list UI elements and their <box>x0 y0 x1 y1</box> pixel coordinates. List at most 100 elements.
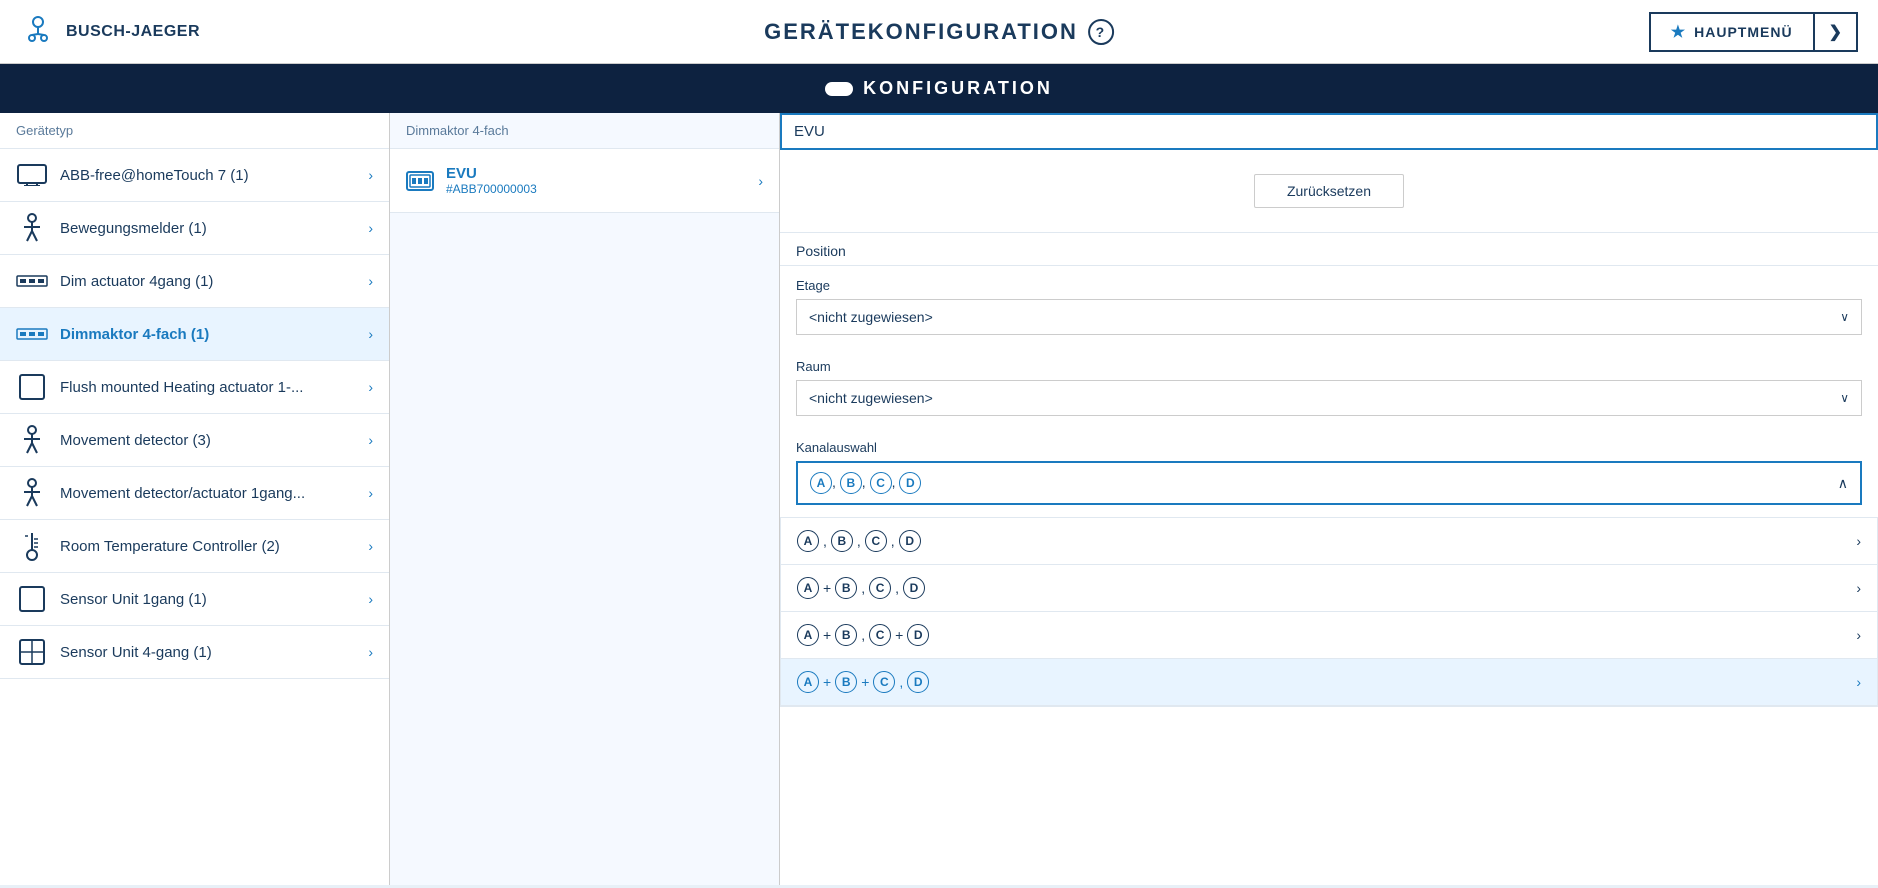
kanal-option-ab-cd-text: A + B , C , D <box>797 577 925 599</box>
opt3-chevron: › <box>1856 627 1861 643</box>
opt4-chevron: › <box>1856 674 1861 690</box>
help-icon[interactable]: ? <box>1088 19 1114 45</box>
middle-panel-header: Dimmaktor 4-fach <box>390 113 779 149</box>
sidebar-item-flush-heating[interactable]: Flush mounted Heating actuator 1-... › <box>0 361 389 414</box>
sidebar-item-dimmaktor[interactable]: Dimmaktor 4-fach (1) › <box>0 308 389 361</box>
opt4-ch-b: B <box>835 671 857 693</box>
kanal-up-arrow: ∧ <box>1838 475 1848 492</box>
kanal-option-ab-cpd-text: A + B , C + D <box>797 624 929 646</box>
opt4-ch-d: D <box>907 671 929 693</box>
etage-arrow-icon: ∨ <box>1840 310 1849 324</box>
chevron-right-icon-7: › <box>368 485 373 501</box>
hauptmenu-label: HAUPTMENÜ <box>1694 24 1792 40</box>
sidebar-item-abb-free-label: ABB-free@homeTouch 7 (1) <box>60 167 356 184</box>
sidebar-item-abb-free[interactable]: ABB-free@homeTouch 7 (1) › <box>0 149 389 202</box>
channel-a: A <box>810 472 832 494</box>
opt2-ch-c: C <box>869 577 891 599</box>
sidebar-item-sensor-4gang[interactable]: Sensor Unit 4-gang (1) › <box>0 626 389 679</box>
evu-icon <box>406 171 434 191</box>
opt2-ch-a: A <box>797 577 819 599</box>
device-card-evu[interactable]: EVU #ABB700000003 › <box>390 149 779 213</box>
main-content: Gerätetyp ABB-free@homeTouch 7 (1) › Bew… <box>0 113 1878 885</box>
right-panel: Zurücksetzen Position Etage <nicht zugew… <box>780 113 1878 885</box>
kanal-option-abcd[interactable]: A , B , C , D › <box>781 518 1877 565</box>
expand-button[interactable]: ❯ <box>1815 12 1858 52</box>
opt2-ch-d: D <box>903 577 925 599</box>
kanal-selected-value: A, B, C, D <box>810 472 921 494</box>
sidebar-item-movement-detector[interactable]: Movement detector (3) › <box>0 414 389 467</box>
kanal-option-abcd-text: A , B , C , D <box>797 530 921 552</box>
dimmer-icon-1 <box>16 269 48 293</box>
opt1-ch-b: B <box>831 530 853 552</box>
motion-icon-3 <box>16 481 48 505</box>
etage-label: Etage <box>796 278 1862 293</box>
kanal-option-abc-d[interactable]: A + B + C , D › <box>781 659 1877 706</box>
sidebar-item-movement-actuator[interactable]: Movement detector/actuator 1gang... › <box>0 467 389 520</box>
channel-b: B <box>840 472 862 494</box>
hauptmenu-button[interactable]: ★ HAUPTMENÜ <box>1649 12 1815 52</box>
opt4-ch-a: A <box>797 671 819 693</box>
kanal-option-ab-cpd[interactable]: A + B , C + D › <box>781 612 1877 659</box>
raum-select-wrapper: <nicht zugewiesen> ∨ <box>796 380 1862 416</box>
logo-text: BUSCH-JAEGER <box>66 23 200 41</box>
sidebar-item-dimmaktor-label: Dimmaktor 4-fach (1) <box>60 326 356 343</box>
sidebar-item-flush-heating-label: Flush mounted Heating actuator 1-... <box>60 379 356 396</box>
device-card-name: EVU <box>446 165 537 182</box>
device-card-info: EVU #ABB700000003 <box>446 165 537 196</box>
dimmer-icon-2 <box>16 322 48 346</box>
middle-panel: Dimmaktor 4-fach EVU #ABB700000003 › <box>390 113 780 885</box>
star-icon: ★ <box>1671 22 1686 42</box>
sidebar-item-sensor-4gang-label: Sensor Unit 4-gang (1) <box>60 644 356 661</box>
chevron-right-icon-10: › <box>368 644 373 660</box>
etage-select[interactable]: <nicht zugewiesen> ∨ <box>797 300 1861 334</box>
kanal-options-list: A , B , C , D › A + B <box>780 517 1878 707</box>
opt3-ch-d: D <box>907 624 929 646</box>
kanal-selected-display[interactable]: A, B, C, D ∧ <box>796 461 1862 505</box>
chevron-right-icon: › <box>368 167 373 183</box>
etage-select-wrapper: <nicht zugewiesen> ∨ <box>796 299 1862 335</box>
channel-c: C <box>870 472 892 494</box>
raum-value: <nicht zugewiesen> <box>809 390 933 406</box>
kanal-option-ab-cd[interactable]: A + B , C , D › <box>781 565 1877 612</box>
konfig-label: KONFIGURATION <box>863 78 1053 99</box>
etage-value: <nicht zugewiesen> <box>809 309 933 325</box>
opt3-ch-c: C <box>869 624 891 646</box>
monitor-icon <box>16 163 48 187</box>
square-icon-2 <box>16 587 48 611</box>
search-input[interactable] <box>794 123 1864 140</box>
device-card-id: #ABB700000003 <box>446 182 537 196</box>
opt3-ch-b: B <box>835 624 857 646</box>
position-section-title: Position <box>780 233 1878 266</box>
sidebar-item-sensor-1gang[interactable]: Sensor Unit 1gang (1) › <box>0 573 389 626</box>
opt2-ch-b: B <box>835 577 857 599</box>
raum-arrow-icon: ∨ <box>1840 391 1849 405</box>
kanal-section: Kanalauswahl A, B, C, D ∧ <box>780 428 1878 517</box>
sidebar-item-movement-actuator-label: Movement detector/actuator 1gang... <box>60 485 356 502</box>
chevron-right-icon-8: › <box>368 538 373 554</box>
motion-icon-2 <box>16 428 48 452</box>
square-icon-1 <box>16 375 48 399</box>
reset-button[interactable]: Zurücksetzen <box>1254 174 1404 208</box>
left-panel-header: Gerätetyp <box>0 113 389 149</box>
sidebar-item-dim-actuator-label: Dim actuator 4gang (1) <box>60 273 356 290</box>
chevron-right-icon-6: › <box>368 432 373 448</box>
sidebar-item-bewegungsmelder[interactable]: Bewegungsmelder (1) › <box>0 202 389 255</box>
opt2-chevron: › <box>1856 580 1861 596</box>
opt1-chevron: › <box>1856 533 1861 549</box>
left-panel: Gerätetyp ABB-free@homeTouch 7 (1) › Bew… <box>0 113 390 885</box>
raum-label: Raum <box>796 359 1862 374</box>
channel-d: D <box>899 472 921 494</box>
raum-select[interactable]: <nicht zugewiesen> ∨ <box>797 381 1861 415</box>
chevron-right-icon-2: › <box>368 220 373 236</box>
opt4-ch-c: C <box>873 671 895 693</box>
opt1-ch-c: C <box>865 530 887 552</box>
opt1-ch-a: A <box>797 530 819 552</box>
sidebar-item-room-temp[interactable]: Room Temperature Controller (2) › <box>0 520 389 573</box>
chevron-right-icon-9: › <box>368 591 373 607</box>
chevron-right-icon-3: › <box>368 273 373 289</box>
sidebar-item-sensor-1gang-label: Sensor Unit 1gang (1) <box>60 591 356 608</box>
opt3-ch-a: A <box>797 624 819 646</box>
sidebar-item-dim-actuator[interactable]: Dim actuator 4gang (1) › <box>0 255 389 308</box>
sidebar-item-movement-detector-label: Movement detector (3) <box>60 432 356 449</box>
konfig-icon <box>825 82 853 96</box>
